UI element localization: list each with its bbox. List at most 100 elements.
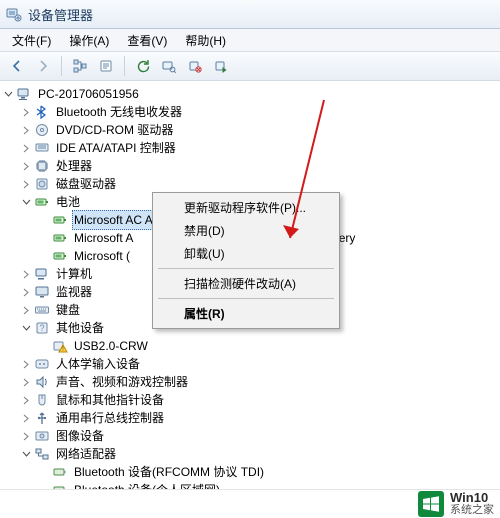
- tree-item-label: 磁盘驱动器: [54, 175, 118, 193]
- toolbar-scan-button[interactable]: [158, 55, 180, 77]
- menu-file[interactable]: 文件(F): [4, 30, 59, 51]
- usb-icon: [34, 410, 50, 426]
- toolbar-separator: [124, 56, 125, 76]
- tree-expander-closed[interactable]: [20, 430, 32, 442]
- brand-bottom: 系统之家: [450, 505, 494, 517]
- ctx-properties[interactable]: 属性(R): [156, 302, 336, 325]
- tree-expander-closed[interactable]: [20, 376, 32, 388]
- indent: [2, 382, 20, 383]
- tree-expander-closed[interactable]: [20, 142, 32, 154]
- app-icon: [6, 6, 22, 22]
- tree-item[interactable]: 图像设备: [2, 427, 500, 445]
- tree-expander-closed[interactable]: [20, 124, 32, 136]
- tree-expander-none: [38, 340, 50, 352]
- unknown-device-icon: !: [52, 338, 68, 354]
- battery-icon: [52, 230, 68, 246]
- dvd-icon: [34, 122, 50, 138]
- indent: [2, 364, 20, 365]
- toolbar-props-button[interactable]: [95, 55, 117, 77]
- mouse-icon: [34, 392, 50, 408]
- indent: [2, 436, 20, 437]
- window-title: 设备管理器: [28, 5, 93, 24]
- ctx-separator: [158, 268, 334, 269]
- tree-item[interactable]: 处理器: [2, 157, 500, 175]
- battery-icon: [34, 194, 50, 210]
- tree-expander-none: [38, 232, 50, 244]
- tree-item-label: PC-201706051956: [36, 85, 141, 103]
- tree-item[interactable]: 网络适配器: [2, 445, 500, 463]
- computer-icon: [16, 86, 32, 102]
- tree-expander-none: [38, 214, 50, 226]
- tree-item-label: 处理器: [54, 157, 94, 175]
- tree-expander-closed[interactable]: [20, 178, 32, 190]
- tree-item[interactable]: DVD/CD-ROM 驱动器: [2, 121, 500, 139]
- tree-item[interactable]: !USB2.0-CRW: [2, 337, 500, 355]
- tree-item[interactable]: 声音、视频和游戏控制器: [2, 373, 500, 391]
- indent: [2, 148, 20, 149]
- tree-expander-closed[interactable]: [20, 304, 32, 316]
- tree-item-label: 监视器: [54, 283, 94, 301]
- tree-item-label: 人体学输入设备: [54, 355, 142, 373]
- toolbar: [0, 52, 500, 81]
- brand-badge: Win10 系统之家: [418, 491, 494, 517]
- tree-item-label: Microsoft (: [72, 247, 132, 265]
- menu-help[interactable]: 帮助(H): [177, 30, 234, 51]
- svg-text:?: ?: [39, 323, 44, 333]
- tree-expander-closed[interactable]: [20, 268, 32, 280]
- ctx-disable[interactable]: 禁用(D): [156, 219, 336, 242]
- tree-expander-closed[interactable]: [20, 358, 32, 370]
- tree-item-label: 键盘: [54, 301, 82, 319]
- bluetooth-icon: [34, 104, 50, 120]
- indent: [2, 256, 38, 257]
- tree-expander-closed[interactable]: [20, 286, 32, 298]
- toolbar-enable-button[interactable]: [210, 55, 232, 77]
- tree-item-label: 图像设备: [54, 427, 106, 445]
- tree-item[interactable]: Bluetooth 设备(RFCOMM 协议 TDI): [2, 463, 500, 481]
- toolbar-separator: [61, 56, 62, 76]
- tree-item[interactable]: 人体学输入设备: [2, 355, 500, 373]
- menu-view[interactable]: 查看(V): [119, 30, 175, 51]
- tree-expander-open[interactable]: [20, 448, 32, 460]
- tree-expander-open[interactable]: [20, 322, 32, 334]
- tree-item[interactable]: 通用串行总线控制器: [2, 409, 500, 427]
- tree-item[interactable]: 磁盘驱动器: [2, 175, 500, 193]
- tree-expander-open[interactable]: [20, 196, 32, 208]
- tree-item-label: DVD/CD-ROM 驱动器: [54, 121, 175, 139]
- indent: [2, 400, 20, 401]
- tree-expander-closed[interactable]: [20, 394, 32, 406]
- indent: [2, 328, 20, 329]
- imaging-icon: [34, 428, 50, 444]
- indent: [2, 472, 38, 473]
- back-button[interactable]: [6, 55, 28, 77]
- sound-icon: [34, 374, 50, 390]
- indent: [2, 418, 20, 419]
- tree-expander-closed[interactable]: [20, 160, 32, 172]
- tree-item[interactable]: PC-201706051956: [2, 85, 500, 103]
- indent: [2, 238, 38, 239]
- toolbar-refresh-button[interactable]: [132, 55, 154, 77]
- tree-item[interactable]: 鼠标和其他指针设备: [2, 391, 500, 409]
- tree-item[interactable]: IDE ATA/ATAPI 控制器: [2, 139, 500, 157]
- tree-expander-closed[interactable]: [20, 412, 32, 424]
- indent: [2, 130, 20, 131]
- tree-item[interactable]: Bluetooth 无线电收发器: [2, 103, 500, 121]
- toolbar-uninstall-button[interactable]: [184, 55, 206, 77]
- tree-item-label: USB2.0-CRW: [72, 337, 150, 355]
- menu-action[interactable]: 操作(A): [61, 30, 117, 51]
- ctx-scan-hardware[interactable]: 扫描检测硬件改动(A): [156, 272, 336, 295]
- tree-expander-closed[interactable]: [20, 106, 32, 118]
- tree-expander-open[interactable]: [2, 88, 14, 100]
- footer: Win10 系统之家: [0, 489, 500, 518]
- tree-expander-none: [38, 250, 50, 262]
- brand-text: Win10 系统之家: [450, 491, 494, 516]
- toolbar-tree-button[interactable]: [69, 55, 91, 77]
- indent: [2, 220, 38, 221]
- ctx-uninstall[interactable]: 卸载(U): [156, 242, 336, 265]
- indent: [2, 112, 20, 113]
- context-menu: 更新驱动程序软件(P)... 禁用(D) 卸载(U) 扫描检测硬件改动(A) 属…: [152, 192, 340, 329]
- indent: [2, 274, 20, 275]
- ctx-update-driver[interactable]: 更新驱动程序软件(P)...: [156, 196, 336, 219]
- battery-icon: [52, 248, 68, 264]
- battery-icon: [52, 212, 68, 228]
- forward-button[interactable]: [32, 55, 54, 77]
